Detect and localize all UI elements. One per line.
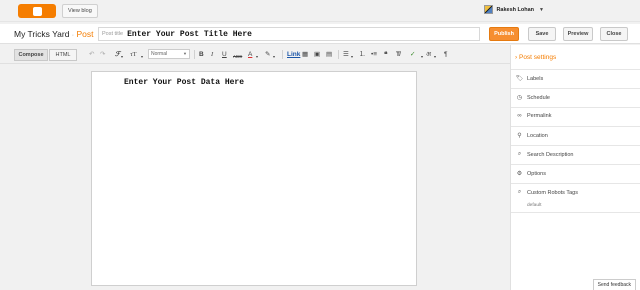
sidebar-item-label: Labels <box>527 75 544 82</box>
divider <box>511 164 640 165</box>
search-icon: ⌕ <box>517 151 522 157</box>
sidebar-item-search-description[interactable]: ⌕ Search Description <box>515 151 574 158</box>
divider <box>511 88 640 89</box>
align-icon[interactable]: ☰ <box>343 50 349 59</box>
close-button[interactable]: Close <box>600 27 628 41</box>
post-settings-header[interactable]: › Post settings <box>515 54 556 61</box>
strikethrough-button[interactable]: ABC <box>233 52 242 61</box>
toolbar-divider <box>194 50 195 59</box>
chevron-down-icon: ▼ <box>183 51 187 56</box>
underline-button[interactable]: U <box>222 50 227 59</box>
divider <box>511 107 640 108</box>
format-select-value: Normal <box>151 51 168 57</box>
divider <box>511 145 640 146</box>
numbered-list-icon[interactable]: ⒈ <box>359 50 366 59</box>
sidebar-item-label: Schedule <box>527 94 550 101</box>
language-icon[interactable]: अ <box>426 50 431 59</box>
post-title-value[interactable]: Enter Your Post Title Here <box>127 30 252 39</box>
chevron-down-icon: ▾ <box>351 54 354 59</box>
tag-icon: 🏷 <box>515 76 524 82</box>
search-icon: ⌕ <box>517 189 522 195</box>
sidebar-item-schedule[interactable]: ◷ Schedule <box>515 94 550 102</box>
title-bar: My Tricks Yard · Post Post title Enter Y… <box>0 24 640 44</box>
divider <box>511 212 640 213</box>
undo-icon[interactable]: ↶ <box>89 50 94 59</box>
link-button[interactable]: Link <box>287 50 300 59</box>
sidebar-item-label: Custom Robots Tags <box>527 189 578 196</box>
user-name: Rakesh Lohan <box>496 6 535 13</box>
sidebar-item-label: Location <box>527 132 548 139</box>
send-feedback-button[interactable]: Send feedback <box>592 279 636 290</box>
post-title-placeholder: Post title <box>102 31 124 37</box>
sidebar-item-location[interactable]: ⚲ Location <box>515 132 548 140</box>
post-settings-sidebar: › Post settings 🏷 Labels ◷ Schedule ∞ Pe… <box>510 45 640 290</box>
font-size-icon[interactable]: τT <box>130 50 137 59</box>
sidebar-item-label: Permalink <box>527 113 552 119</box>
publish-button[interactable]: Publish <box>489 27 519 41</box>
post-title-input[interactable]: Post title Enter Your Post Title Here <box>98 27 480 41</box>
sidebar-item-label: Options <box>527 170 546 177</box>
clock-icon: ◷ <box>516 95 523 101</box>
redo-icon[interactable]: ↷ <box>100 50 105 59</box>
post-body-text[interactable]: Enter Your Post Data Here <box>124 78 244 87</box>
font-family-icon[interactable]: ℱ <box>115 50 120 59</box>
gear-icon: ⚙ <box>516 171 523 177</box>
tab-html[interactable]: HTML <box>49 49 77 61</box>
top-bar: View blog Rakesh Lohan ▼ <box>0 0 640 22</box>
chevron-down-icon: ▾ <box>121 54 124 59</box>
divider <box>511 69 640 70</box>
location-pin-icon: ⚲ <box>517 133 522 139</box>
toolbar-divider <box>338 50 339 59</box>
editor-toolbar: Compose HTML ↶ ↷ ℱ ▾ τT ▾ Normal ▼ B I U… <box>0 45 510 64</box>
chevron-down-icon: ▼ <box>539 6 544 13</box>
breadcrumb: My Tricks Yard · Post <box>14 29 94 39</box>
insert-video-icon[interactable]: ▣ <box>314 50 320 59</box>
divider <box>511 183 640 184</box>
spellcheck-icon[interactable]: ✓ <box>410 50 415 59</box>
avatar <box>484 5 494 14</box>
robots-tags-value: default <box>527 203 542 208</box>
sidebar-item-options[interactable]: ⚙ Options <box>515 170 546 178</box>
toolbar-divider <box>282 50 283 59</box>
tab-compose[interactable]: Compose <box>14 49 48 61</box>
sidebar-item-labels[interactable]: 🏷 Labels <box>515 75 544 83</box>
insert-image-icon[interactable]: ▦ <box>302 50 308 59</box>
sidebar-item-custom-robots-tags[interactable]: ⌕ Custom Robots Tags <box>515 189 578 196</box>
sidebar-item-label: Search Description <box>527 151 574 158</box>
text-color-icon[interactable]: A <box>248 50 252 59</box>
chevron-down-icon: ▾ <box>421 54 424 59</box>
sidebar-item-permalink[interactable]: ∞ Permalink <box>515 113 551 119</box>
preview-button[interactable]: Preview <box>563 27 593 41</box>
quote-icon[interactable]: ❝ <box>384 50 388 59</box>
remove-formatting-icon[interactable]: T̸ <box>396 50 400 59</box>
insert-jump-break-icon[interactable]: ▤ <box>326 50 332 59</box>
format-select[interactable]: Normal ▼ <box>148 49 190 59</box>
post-body-editor[interactable]: Enter Your Post Data Here <box>91 71 417 286</box>
blogger-logo[interactable] <box>18 4 56 18</box>
chevron-down-icon: ▾ <box>434 54 437 59</box>
highlight-color-icon[interactable]: ✎ <box>265 50 270 59</box>
post-settings-title: Post settings <box>518 54 557 61</box>
rtl-icon[interactable]: ¶ <box>444 50 448 59</box>
divider <box>511 126 640 127</box>
breadcrumb-separator: · <box>71 32 75 39</box>
chevron-down-icon: ▾ <box>256 54 259 59</box>
blog-name[interactable]: My Tricks Yard <box>14 29 69 39</box>
breadcrumb-section: Post <box>76 29 94 39</box>
view-blog-button[interactable]: View blog <box>62 4 98 18</box>
bold-button[interactable]: B <box>199 50 204 59</box>
save-button[interactable]: Save <box>528 27 556 41</box>
user-menu[interactable]: Rakesh Lohan ▼ <box>484 5 544 14</box>
bulleted-list-icon[interactable]: •≡ <box>371 50 377 59</box>
chevron-right-icon: › <box>515 54 518 61</box>
link-icon: ∞ <box>517 113 522 119</box>
italic-button[interactable]: I <box>211 50 213 59</box>
chevron-down-icon: ▾ <box>273 54 276 59</box>
editor-area: Enter Your Post Data Here <box>0 64 510 290</box>
chevron-down-icon: ▾ <box>141 54 144 59</box>
